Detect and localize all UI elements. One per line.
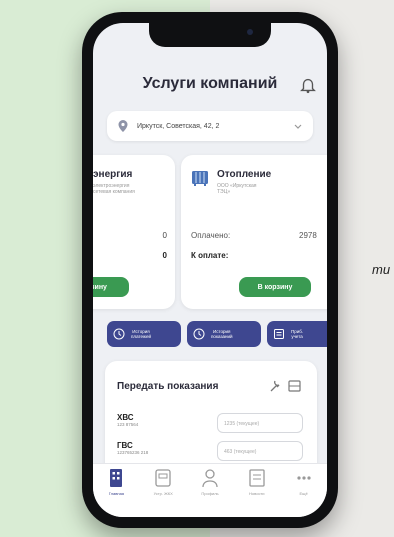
card-subtitle: электроэнергия сетевая компания [93,183,135,195]
location-pin-icon [118,120,128,132]
service-card-energy[interactable]: энергия электроэнергия сетевая компания … [93,155,175,309]
more-icon [296,476,311,480]
camera-icon [247,29,253,35]
address-text: Иркутск, Советская, 42, 2 [137,122,220,130]
meter-row-cold-water: ХВС 123 87564 1235 (текущее) [117,413,307,435]
meters-button[interactable]: Приб. учета [267,321,327,347]
paid-value: 0 [162,231,167,240]
payment-history-button[interactable]: История платежей [107,321,181,347]
card-title: Отопление [217,169,272,180]
background-text: ти [372,262,391,277]
clock-icon [193,328,205,340]
tab-label: Устр. ЖКХ [153,491,173,496]
phone-frame: Услуги компаний Иркутск, Советская, 42, … [82,12,338,528]
tab-devices[interactable]: Устр. ЖКХ [143,468,183,517]
paid-value: 2978 [299,231,317,240]
chevron-down-icon [294,124,302,129]
meter-row-hot-water: ГВС 123765236 218 463 (текущее) [117,441,307,463]
tab-label: Главная [108,491,124,496]
clock-icon [113,328,125,340]
button-label: История платежей [131,329,151,339]
due-label: К оплате: [191,251,229,260]
tab-more[interactable]: Ещё [284,468,324,517]
add-to-cart-button[interactable]: В корзину [239,277,311,297]
user-icon [202,469,218,488]
readings-history-button[interactable]: История показаний [187,321,261,347]
list-icon [274,329,284,339]
tab-label: Профиль [201,491,219,496]
notch [149,23,271,47]
tab-profile[interactable]: Профиль [190,468,230,517]
tab-home[interactable]: Главная [96,468,136,517]
service-card-heating[interactable]: Отопление ООО «Иркутская ТЭЦ» Оплачено: … [181,155,327,309]
page-title: Услуги компаний [142,75,278,92]
card-title: энергия [93,169,133,180]
bottom-tab-bar: Главная Устр. ЖКХ Профиль Новости Ещё [93,463,327,517]
meter-icon [155,469,171,487]
phone-screen: Услуги компаний Иркутск, Советская, 42, … [93,23,327,517]
add-to-cart-button[interactable]: зину [93,277,129,297]
tab-news[interactable]: Новости [237,468,277,517]
due-value: 0 [162,251,167,260]
address-selector[interactable]: Иркутск, Советская, 42, 2 [107,111,313,141]
bell-icon[interactable] [299,76,317,94]
news-icon [249,469,265,487]
button-label: Приб. учета [291,329,304,339]
card-subtitle: ООО «Иркутская ТЭЦ» [217,183,257,195]
tools-icon[interactable] [269,379,303,393]
paid-label: Оплачено: [191,231,231,240]
reading-input[interactable]: 463 (текущее) [217,441,303,461]
button-label: История показаний [211,329,233,339]
tab-label: Ещё [299,491,308,496]
radiator-icon [192,171,208,186]
tab-label: Новости [249,491,265,496]
section-title: Передать показания [117,381,219,392]
reading-input[interactable]: 1235 (текущее) [217,413,303,433]
building-icon [110,469,123,487]
